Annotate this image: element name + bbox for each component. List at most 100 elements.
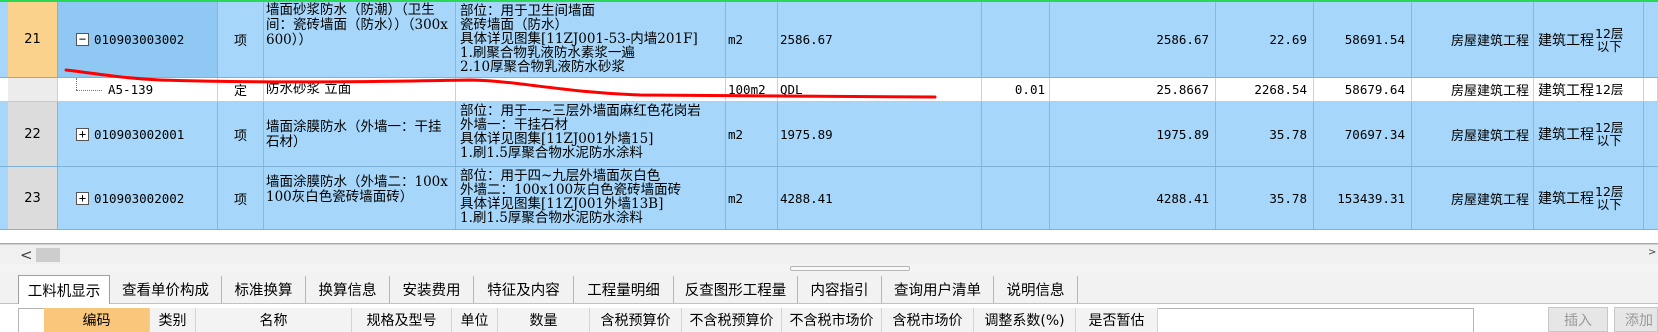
row-index[interactable]: 22: [8, 102, 58, 166]
tab-conversion-info[interactable]: 换算信息: [306, 276, 390, 303]
item-description[interactable]: 部位：用于四~九层外墙面灰白色 外墙二：100x100灰白色瓷砖墙面砖 具体详见…: [456, 167, 726, 229]
item-spec[interactable]: 建筑工程 12层 以下: [1534, 102, 1644, 166]
panel-splitter[interactable]: [0, 264, 1658, 272]
scroll-thumb[interactable]: [36, 248, 60, 262]
item-name[interactable]: 墙面涂膜防水（外墙一：干挂石材）: [264, 102, 456, 166]
tab-quantity-detail[interactable]: 工程量明细: [574, 276, 674, 303]
item-name[interactable]: 墙面砂浆防水（防潮）（卫生间：瓷砖墙面（防水））（300x600））: [264, 2, 456, 77]
item-spec-main: 建筑工程: [1538, 32, 1594, 49]
row-edge: [1644, 102, 1658, 166]
col-tax-budget-price[interactable]: 含税预算价: [590, 308, 682, 332]
insert-button[interactable]: 插入: [1548, 307, 1608, 332]
tab-content-guide[interactable]: 内容指引: [798, 276, 882, 303]
col-notax-budget-price[interactable]: 不含税预算价: [682, 308, 782, 332]
item-quantity[interactable]: 2586.67: [1050, 2, 1216, 77]
table-row[interactable]: A5-139 定 防水砂浆 立面 100m2 QDL 0.01 25.8667 …: [0, 78, 1658, 102]
expand-icon[interactable]: +: [76, 191, 89, 205]
scroll-left-icon[interactable]: <: [20, 246, 33, 264]
item-unit-price[interactable]: 2268.54: [1216, 78, 1314, 101]
item-unit-price[interactable]: 35.78: [1216, 167, 1314, 229]
item-spec[interactable]: 建筑工程 12层 以下: [1534, 2, 1644, 77]
item-name[interactable]: 墙面涂膜防水（外墙二：100x100灰白色瓷砖墙面砖）: [264, 167, 456, 229]
scroll-right-icon[interactable]: >: [1648, 247, 1656, 258]
col-spec-model[interactable]: 规格及型号: [352, 308, 452, 332]
col-tax-market-price[interactable]: 含税市场价: [882, 308, 974, 332]
item-type[interactable]: 项: [218, 2, 264, 77]
item-expression[interactable]: 1975.89: [778, 102, 982, 166]
horizontal-scrollbar[interactable]: < >: [0, 244, 1658, 264]
item-total[interactable]: 58679.64: [1314, 78, 1412, 101]
item-code-cell[interactable]: + 010903002002: [58, 167, 218, 229]
item-content[interactable]: [982, 2, 1050, 77]
item-expression[interactable]: 4288.41: [778, 167, 982, 229]
row-index[interactable]: [8, 78, 58, 101]
item-description[interactable]: [456, 78, 726, 101]
item-code-cell[interactable]: A5-139: [58, 78, 218, 101]
add-button[interactable]: 添加: [1614, 307, 1658, 332]
item-unit-price[interactable]: 35.78: [1216, 102, 1314, 166]
tab-installation-cost[interactable]: 安装费用: [390, 276, 474, 303]
tab-reverse-graph-quantity[interactable]: 反查图形工程量: [674, 276, 798, 303]
table-row[interactable]: 21 − 010903003002 项 墙面砂浆防水（防潮）（卫生间：瓷砖墙面（…: [0, 2, 1658, 78]
tab-standard-conversion[interactable]: 标准换算: [222, 276, 306, 303]
item-name[interactable]: 防水砂浆 立面: [264, 78, 456, 101]
expand-icon[interactable]: +: [76, 127, 89, 141]
col-code[interactable]: 编码: [44, 308, 150, 332]
table-row[interactable]: 22 + 010903002001 项 墙面涂膜防水（外墙一：干挂石材） 部位：…: [0, 102, 1658, 167]
row-edge: [1644, 78, 1658, 101]
row-edge: [1644, 167, 1658, 229]
item-professional[interactable]: 房屋建筑工程: [1412, 2, 1534, 77]
item-unit[interactable]: m2: [726, 167, 778, 229]
item-type[interactable]: 定: [218, 78, 264, 101]
item-unit[interactable]: m2: [726, 2, 778, 77]
item-total[interactable]: 153439.31: [1314, 167, 1412, 229]
item-quantity[interactable]: 4288.41: [1050, 167, 1216, 229]
col-quantity[interactable]: 数量: [498, 308, 590, 332]
item-professional[interactable]: 房屋建筑工程: [1412, 102, 1534, 166]
col-unit[interactable]: 单位: [452, 308, 498, 332]
item-content[interactable]: [982, 167, 1050, 229]
table-row[interactable]: 23 + 010903002002 项 墙面涂膜防水（外墙二：100x100灰白…: [0, 167, 1658, 230]
col-is-provisional[interactable]: 是否暂估: [1076, 308, 1158, 332]
tab-description-info[interactable]: 说明信息: [994, 276, 1078, 303]
item-quantity[interactable]: 25.8667: [1050, 78, 1216, 101]
col-adjust-coefficient[interactable]: 调整系数(%): [974, 308, 1076, 332]
item-expression[interactable]: QDL: [778, 78, 982, 101]
item-quantity[interactable]: 1975.89: [1050, 102, 1216, 166]
item-code-cell[interactable]: + 010903002001: [58, 102, 218, 166]
collapse-icon[interactable]: −: [76, 33, 89, 46]
item-content[interactable]: 0.01: [982, 78, 1050, 101]
col-category[interactable]: 类别: [150, 308, 196, 332]
item-type[interactable]: 项: [218, 102, 264, 166]
col-notax-market-price[interactable]: 不含税市场价: [782, 308, 882, 332]
tab-labor-material-machine[interactable]: 工料机显示: [18, 275, 110, 305]
row-index[interactable]: 23: [8, 167, 58, 229]
item-total[interactable]: 70697.34: [1314, 102, 1412, 166]
item-professional[interactable]: 房屋建筑工程: [1412, 167, 1534, 229]
item-content[interactable]: [982, 102, 1050, 166]
item-description[interactable]: 部位：用于一~三层外墙面麻红色花岗岩 外墙一：干挂石材 具体详见图集[11ZJ0…: [456, 102, 726, 166]
tab-unit-price-composition[interactable]: 查看单价构成: [110, 276, 222, 303]
item-spec-main: 建筑工程: [1538, 82, 1594, 99]
bill-of-quantities-grid: 21 − 010903003002 项 墙面砂浆防水（防潮）（卫生间：瓷砖墙面（…: [0, 0, 1658, 244]
item-total[interactable]: 58691.54: [1314, 2, 1412, 77]
item-professional[interactable]: 房屋建筑工程: [1412, 78, 1534, 101]
row-index[interactable]: 21: [8, 2, 58, 77]
tab-features-content[interactable]: 特征及内容: [474, 276, 574, 303]
item-description[interactable]: 部位：用于卫生间墙面 瓷砖墙面（防水） 具体详见图集[11ZJ001-53-内墙…: [456, 2, 726, 77]
tree-line: [76, 78, 77, 90]
item-code: A5-139: [108, 82, 154, 97]
tree-branch: [76, 89, 102, 91]
item-spec-small: 12层: [1595, 82, 1624, 97]
item-unit-price[interactable]: 22.69: [1216, 2, 1314, 77]
item-spec[interactable]: 建筑工程 12层 以下: [1534, 167, 1644, 229]
tab-query-user-list[interactable]: 查询用户清单: [882, 276, 994, 303]
item-code-cell[interactable]: − 010903003002: [58, 2, 218, 77]
col-name[interactable]: 名称: [196, 308, 352, 332]
item-expression[interactable]: 2586.67: [778, 2, 982, 77]
item-unit[interactable]: m2: [726, 102, 778, 166]
splitter-grip[interactable]: [790, 266, 910, 271]
item-spec[interactable]: 建筑工程 12层: [1534, 78, 1644, 101]
item-type[interactable]: 项: [218, 167, 264, 229]
item-unit[interactable]: 100m2: [726, 78, 778, 101]
